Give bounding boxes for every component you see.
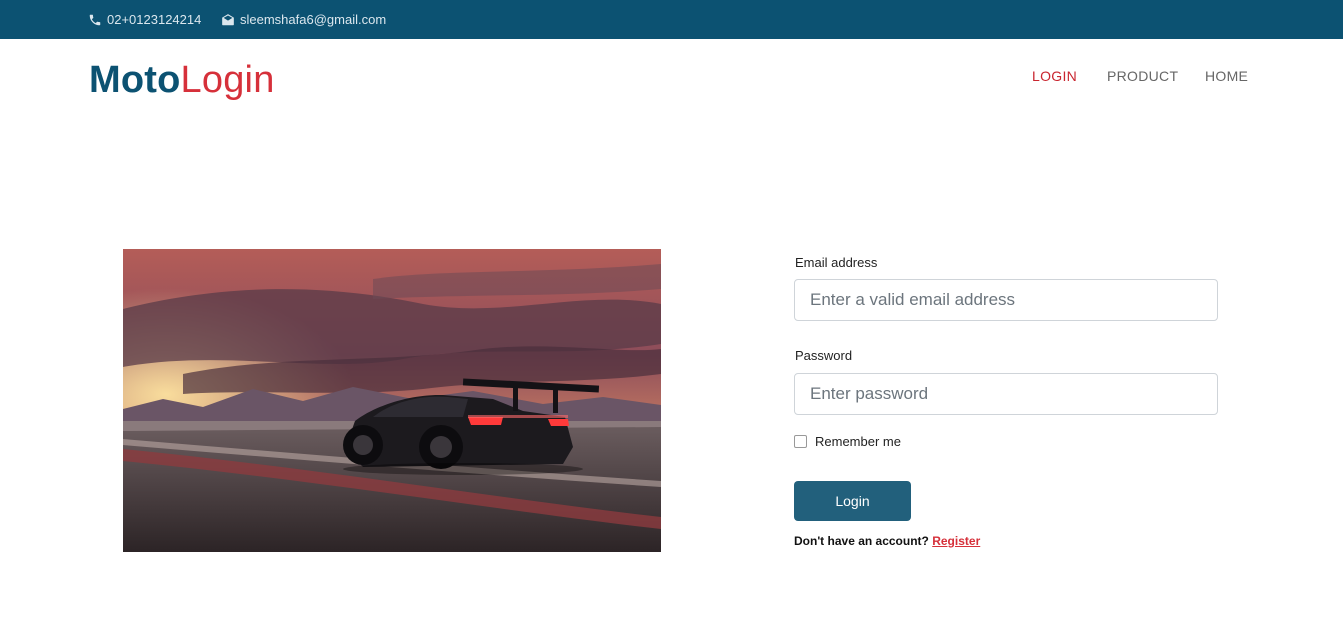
phone-contact: 02+0123124214 [88,0,201,39]
brand-logo[interactable]: MotoLogin [89,58,275,102]
password-label: Password [795,348,853,363]
brand-logo-part2: Login [180,59,275,101]
email-contact: sleemshafa6@gmail.com [221,0,386,39]
password-input[interactable] [794,373,1218,415]
email-address: sleemshafa6@gmail.com [240,12,387,27]
login-button[interactable]: Login [794,481,911,521]
phone-icon [89,14,101,25]
email-label: Email address [795,255,878,270]
email-input[interactable] [794,279,1218,321]
remember-me-label: Remember me [815,434,901,449]
remember-me-checkbox[interactable] [794,435,807,448]
phone-number: 02+0123124214 [107,12,202,27]
nav-link-home[interactable]: HOME [1205,68,1248,84]
envelope-icon [222,13,234,25]
hero-car-image [123,249,661,552]
nav-link-product[interactable]: PRODUCT [1107,68,1178,84]
signup-prompt: Don't have an account? Register [794,534,980,548]
remember-me: Remember me [794,434,901,449]
register-link[interactable]: Register [932,534,980,548]
brand-logo-part1: Moto [89,59,181,101]
contact-bar: 02+0123124214 sleemshafa6@gmail.com [0,0,1343,39]
signup-prompt-text: Don't have an account? [794,534,929,548]
nav-link-login[interactable]: LOGIN [1032,68,1077,84]
